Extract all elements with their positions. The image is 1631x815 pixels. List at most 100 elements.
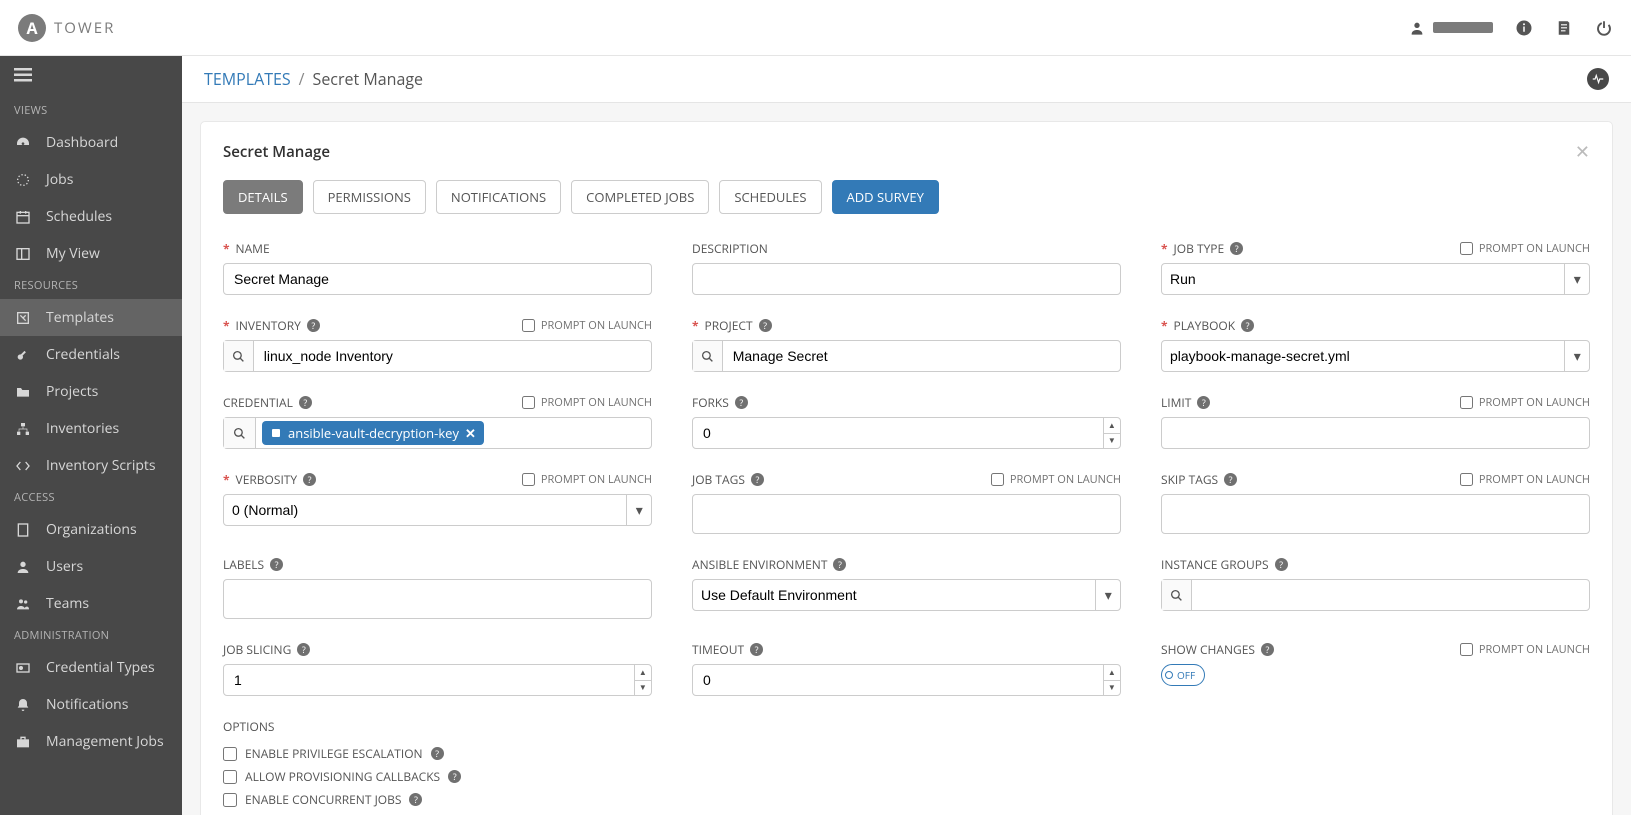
help-icon[interactable]: ? (759, 319, 772, 332)
code-icon (14, 457, 32, 475)
prompt-on-launch[interactable]: PROMPT ON LAUNCH (522, 472, 652, 487)
verbosity-select[interactable]: 0 (Normal) (224, 502, 626, 518)
help-icon[interactable]: ? (1275, 558, 1288, 571)
prompt-on-launch[interactable]: PROMPT ON LAUNCH (991, 472, 1121, 487)
prompt-on-launch[interactable]: PROMPT ON LAUNCH (522, 395, 652, 410)
activity-stream-icon[interactable] (1587, 68, 1609, 90)
inventory-input[interactable] (254, 348, 651, 364)
nav-label: Organizations (46, 520, 137, 539)
tab-add-survey[interactable]: ADD SURVEY (832, 180, 939, 214)
sidebar-item-users[interactable]: Users (0, 548, 182, 585)
sidebar-item-notifications[interactable]: Notifications (0, 686, 182, 723)
spinner-buttons[interactable]: ▲▼ (634, 665, 651, 695)
docs-icon[interactable] (1555, 19, 1573, 37)
sidebar-item-teams[interactable]: Teams (0, 585, 182, 622)
sidebar-item-organizations[interactable]: Organizations (0, 511, 182, 548)
tab-schedules[interactable]: SCHEDULES (719, 180, 821, 214)
help-icon[interactable]: ? (1261, 643, 1274, 656)
sidebar-item-credential-types[interactable]: Credential Types (0, 649, 182, 686)
prompt-on-launch[interactable]: PROMPT ON LAUNCH (1460, 472, 1590, 487)
breadcrumb-root[interactable]: TEMPLATES (204, 68, 291, 90)
help-icon[interactable]: ? (409, 793, 422, 806)
option-privilege-escalation[interactable]: ENABLE PRIVILEGE ESCALATION? (223, 745, 652, 762)
prompt-on-launch[interactable]: PROMPT ON LAUNCH (1460, 642, 1590, 657)
dashboard-icon (14, 134, 32, 152)
sidebar-item-inventories[interactable]: Inventories (0, 410, 182, 447)
spinner-buttons[interactable]: ▲▼ (1103, 665, 1120, 695)
help-icon[interactable]: ? (1230, 242, 1243, 255)
help-icon[interactable]: ? (299, 396, 312, 409)
job-slicing-input[interactable] (224, 672, 634, 688)
breadcrumb: TEMPLATES / Secret Manage (204, 68, 423, 90)
field-job-type: *JOB TYPE? PROMPT ON LAUNCH Run▾ (1161, 240, 1590, 295)
help-icon[interactable]: ? (1241, 319, 1254, 332)
help-icon[interactable]: ? (1224, 473, 1237, 486)
ansible-env-select[interactable]: Use Default Environment (693, 587, 1095, 603)
sidebar-item-schedules[interactable]: Schedules (0, 198, 182, 235)
sidebar-item-myview[interactable]: My View (0, 235, 182, 272)
help-icon[interactable]: ? (303, 473, 316, 486)
option-provisioning-callbacks[interactable]: ALLOW PROVISIONING CALLBACKS? (223, 768, 652, 785)
info-icon[interactable] (1515, 19, 1533, 37)
nav-label: Credentials (46, 345, 120, 364)
option-concurrent-jobs[interactable]: ENABLE CONCURRENT JOBS? (223, 791, 652, 808)
forks-input[interactable] (693, 425, 1103, 441)
project-input[interactable] (723, 348, 1120, 364)
chip-remove-icon[interactable]: ✕ (465, 424, 476, 442)
description-input[interactable] (693, 271, 1120, 287)
sidebar-item-management-jobs[interactable]: Management Jobs (0, 723, 182, 760)
tab-notifications[interactable]: NOTIFICATIONS (436, 180, 561, 214)
tab-completed-jobs[interactable]: COMPLETED JOBS (571, 180, 709, 214)
help-icon[interactable]: ? (307, 319, 320, 332)
label: NAME (236, 240, 270, 257)
field-forks: FORKS? ▲▼ (692, 394, 1121, 449)
help-icon[interactable]: ? (833, 558, 846, 571)
help-icon[interactable]: ? (448, 770, 461, 783)
help-icon[interactable]: ? (1197, 396, 1210, 409)
sidebar-item-credentials[interactable]: Credentials (0, 336, 182, 373)
sidebar-item-inventory-scripts[interactable]: Inventory Scripts (0, 447, 182, 484)
playbook-select[interactable]: playbook-manage-secret.yml (1162, 348, 1564, 364)
prompt-on-launch[interactable]: PROMPT ON LAUNCH (522, 318, 652, 333)
sidebar-item-jobs[interactable]: Jobs (0, 161, 182, 198)
sidebar-item-templates[interactable]: Templates (0, 299, 182, 336)
prompt-on-launch[interactable]: PROMPT ON LAUNCH (1460, 395, 1590, 410)
help-icon[interactable]: ? (751, 473, 764, 486)
help-icon[interactable]: ? (297, 643, 310, 656)
limit-input[interactable] (1162, 425, 1589, 441)
skip-tags-input[interactable] (1162, 506, 1589, 522)
job-type-select[interactable]: Run (1162, 271, 1564, 287)
help-icon[interactable]: ? (750, 643, 763, 656)
search-icon[interactable] (693, 341, 723, 371)
search-icon[interactable] (224, 341, 254, 371)
prompt-on-launch[interactable]: PROMPT ON LAUNCH (1460, 241, 1590, 256)
help-icon[interactable]: ? (431, 747, 444, 760)
chevron-down-icon: ▼ (635, 681, 651, 696)
nav-section-access: ACCESS (0, 484, 182, 511)
idcard-icon (14, 659, 32, 677)
toggle-label: OFF (1177, 668, 1195, 682)
help-icon[interactable]: ? (270, 558, 283, 571)
bell-icon (14, 696, 32, 714)
sidebar-item-dashboard[interactable]: Dashboard (0, 124, 182, 161)
job-tags-input[interactable] (693, 506, 1120, 522)
nav-label: Management Jobs (46, 732, 164, 751)
help-icon[interactable]: ? (735, 396, 748, 409)
user-menu[interactable] (1409, 20, 1493, 36)
close-icon[interactable]: ✕ (1575, 140, 1590, 164)
tab-details[interactable]: DETAILS (223, 180, 303, 214)
show-changes-toggle[interactable]: OFF (1161, 664, 1205, 686)
search-icon[interactable] (224, 418, 256, 448)
labels-input[interactable] (224, 591, 651, 607)
name-input[interactable] (224, 271, 651, 287)
jobs-icon (14, 171, 32, 189)
sidebar-item-projects[interactable]: Projects (0, 373, 182, 410)
menu-toggle[interactable] (0, 64, 182, 97)
tab-permissions[interactable]: PERMISSIONS (313, 180, 426, 214)
search-icon[interactable] (1162, 580, 1192, 610)
spinner-buttons[interactable]: ▲▼ (1103, 418, 1120, 448)
nav-label: My View (46, 244, 100, 263)
power-icon[interactable] (1595, 19, 1613, 37)
timeout-input[interactable] (693, 672, 1103, 688)
instance-groups-input[interactable] (1192, 587, 1589, 603)
